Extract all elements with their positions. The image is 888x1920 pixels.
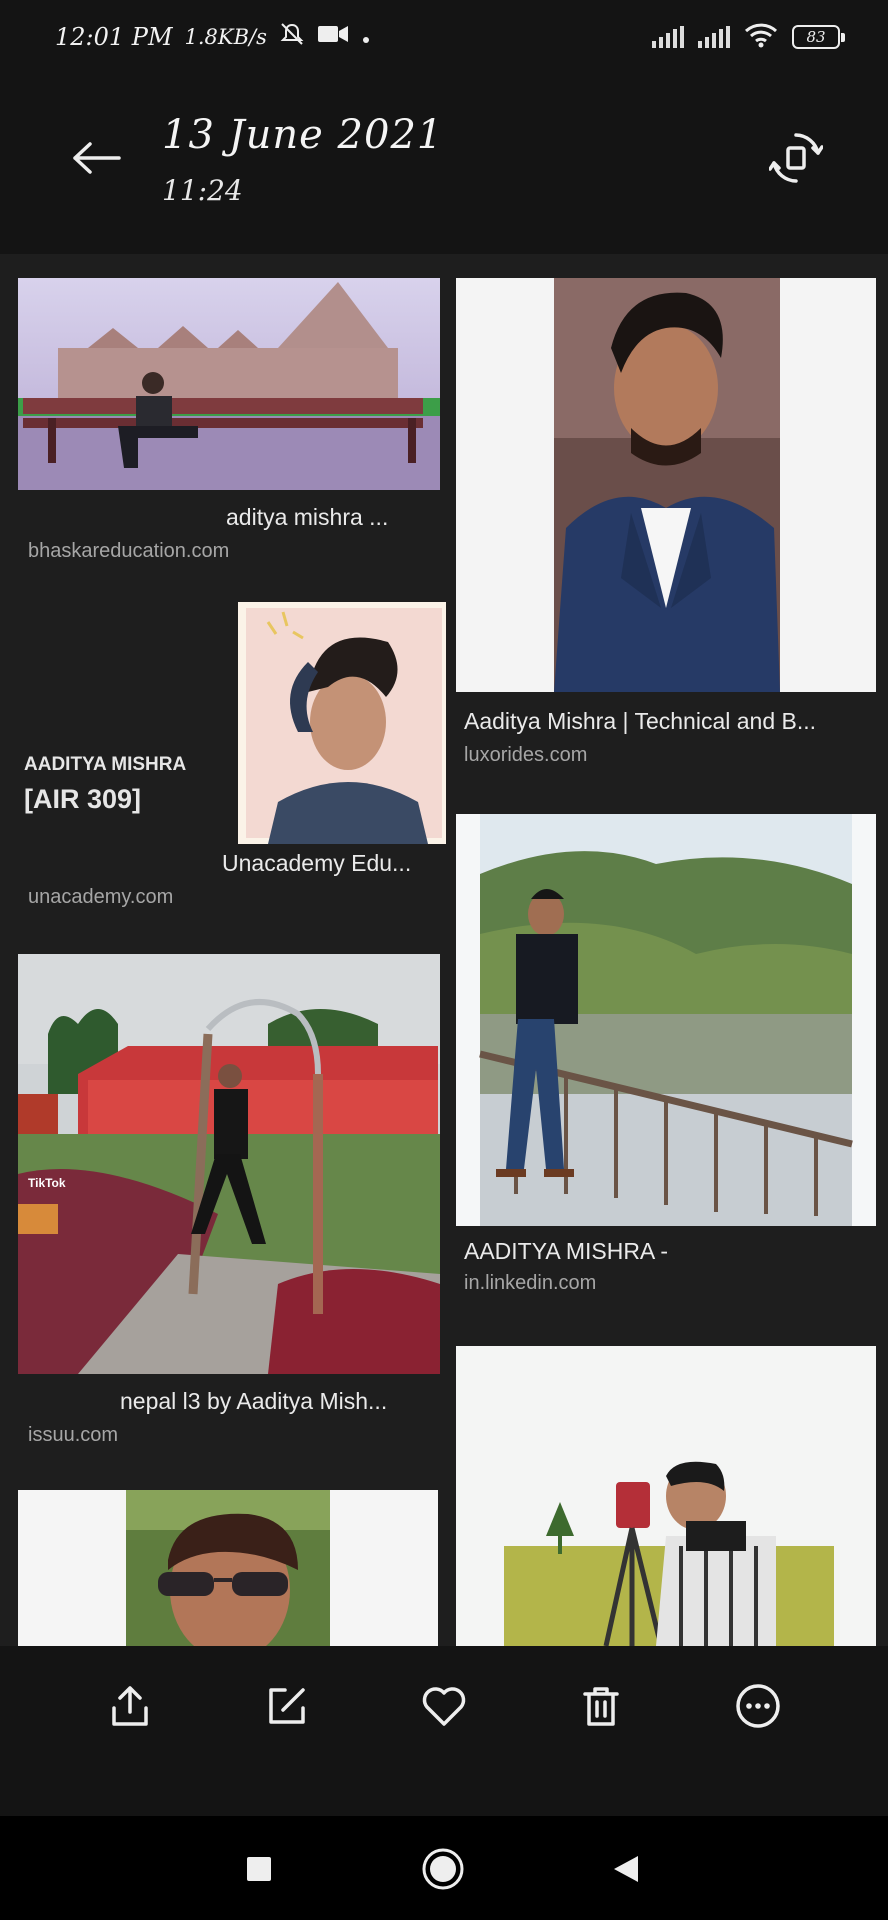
result-image-park[interactable]: TikTok (18, 954, 440, 1374)
result-source[interactable]: in.linkedin.com (464, 1272, 596, 1295)
result-card[interactable]: Aaditya Mishra | Technical and B... luxo… (456, 278, 876, 778)
more-button[interactable] (726, 1674, 790, 1738)
rotate-button[interactable] (766, 128, 826, 188)
video-icon (317, 23, 349, 51)
share-button[interactable] (98, 1674, 162, 1738)
trash-icon (583, 1687, 619, 1726)
mute-icon (279, 22, 305, 52)
overlay-rank: [AIR 309] (24, 784, 142, 814)
result-image-sunglasses[interactable] (18, 1490, 438, 1646)
wifi-icon (744, 22, 778, 52)
edit-button[interactable] (255, 1674, 319, 1738)
result-image-suit[interactable] (456, 278, 876, 692)
status-speed: 1.8KB/s (184, 25, 267, 49)
system-nav-bar (0, 1816, 888, 1920)
status-bar: 12:01 PM 1.8KB/s 83 (0, 0, 888, 78)
result-card[interactable]: TikTok nepal l3 by Aaditya Mish... issuu… (18, 954, 440, 1474)
result-image-unacademy[interactable]: AADITYA MISHRA [AIR 309] (18, 602, 446, 844)
dot-icon (361, 23, 371, 51)
tiktok-watermark: TikTok (28, 1176, 66, 1190)
signal-icon (698, 26, 730, 48)
status-left: 12:01 PM 1.8KB/s (55, 22, 371, 52)
battery-level: 83 (806, 28, 826, 46)
result-card[interactable] (456, 1346, 876, 1646)
recents-button[interactable] (236, 1846, 282, 1892)
result-caption[interactable]: AADITYA MISHRA - (464, 1238, 868, 1265)
result-source[interactable]: luxorides.com (464, 744, 587, 767)
page-title-date: 13 June 2021 (162, 112, 444, 158)
status-time: 12:01 PM (55, 23, 173, 51)
result-card[interactable] (18, 1490, 438, 1646)
share-icon (112, 1686, 149, 1726)
status-right: 83 (652, 22, 845, 52)
result-image-mountain[interactable] (456, 814, 876, 1226)
result-image-surveyor[interactable] (456, 1346, 876, 1646)
image-results-grid: aditya mishra ... bhaskareducation.com A… (0, 254, 888, 1646)
battery-icon: 83 (792, 25, 845, 49)
square-icon (247, 1857, 271, 1881)
heart-icon (422, 1687, 466, 1726)
overlay-name: AADITYA MISHRA (24, 754, 187, 775)
home-button[interactable] (420, 1846, 466, 1892)
favorite-button[interactable] (412, 1674, 476, 1738)
result-card[interactable]: AADITYA MISHRA - in.linkedin.com (456, 814, 876, 1294)
back-button[interactable] (66, 128, 126, 188)
header: 13 June 2021 11:24 (0, 78, 888, 254)
bottom-toolbar (0, 1646, 888, 1816)
delete-button[interactable] (569, 1674, 633, 1738)
signal-icon (652, 26, 684, 48)
edit-icon (269, 1688, 305, 1724)
result-caption[interactable]: Unacademy Edu... (222, 850, 442, 877)
result-source[interactable]: bhaskareducation.com (28, 540, 229, 563)
result-caption[interactable]: Aaditya Mishra | Technical and B... (464, 708, 868, 735)
result-card[interactable]: aditya mishra ... bhaskareducation.com (18, 278, 440, 578)
result-source[interactable]: issuu.com (28, 1424, 118, 1447)
result-image-temple[interactable] (18, 278, 440, 490)
page-title-time: 11:24 (162, 174, 243, 207)
back-nav-button[interactable] (602, 1846, 648, 1892)
result-source[interactable]: unacademy.com (28, 886, 173, 909)
result-caption[interactable]: nepal l3 by Aaditya Mish... (120, 1388, 436, 1415)
result-card[interactable]: AADITYA MISHRA [AIR 309] Unacademy Edu..… (18, 602, 446, 932)
rotate-icon (769, 133, 823, 183)
back-arrow-icon (73, 142, 121, 174)
more-icon (735, 1684, 780, 1728)
triangle-back-icon (614, 1856, 638, 1882)
result-caption[interactable]: aditya mishra ... (226, 504, 436, 531)
circle-icon (422, 1848, 464, 1890)
